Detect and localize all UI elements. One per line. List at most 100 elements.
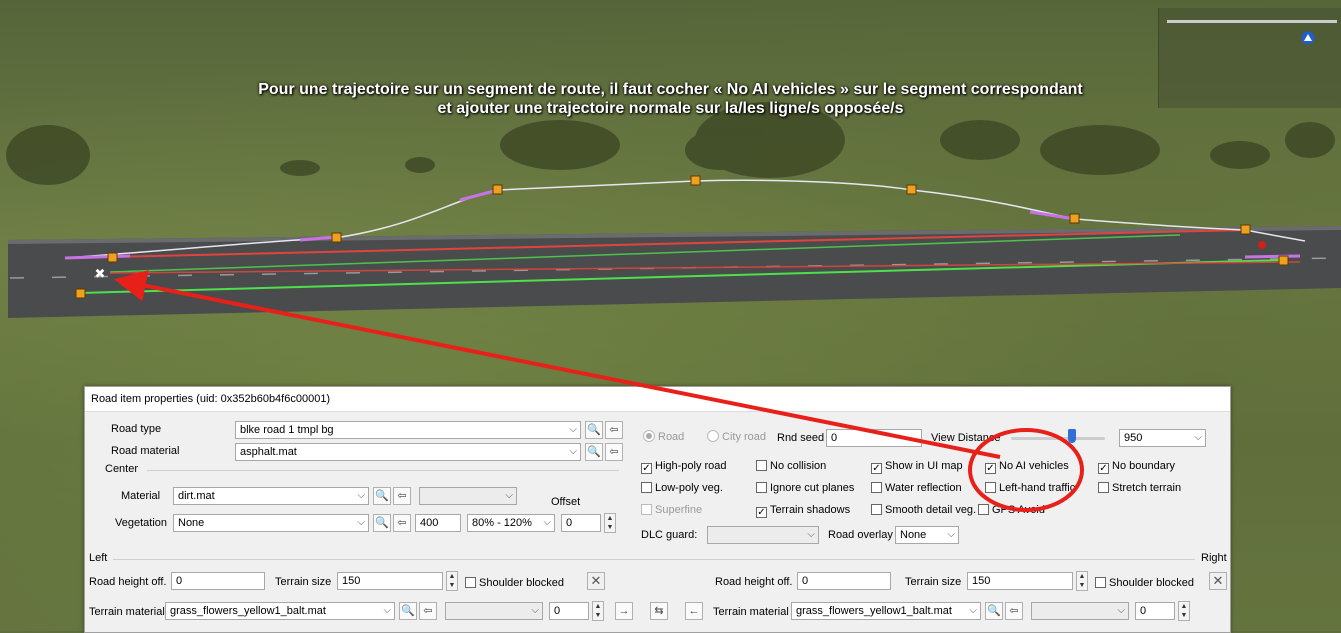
water-reflection-checkbox[interactable]: Water reflection [871, 481, 962, 495]
minimap[interactable] [1158, 8, 1341, 108]
show-in-ui-map-label: Show in UI map [885, 460, 963, 472]
left-terrain-offset-spinner[interactable]: ▲ ▼ [592, 601, 604, 621]
ignore-cut-planes-checkbox[interactable]: Ignore cut planes [756, 481, 854, 495]
view-distance-slider-thumb[interactable] [1068, 429, 1076, 443]
search-icon[interactable]: 🔍 [373, 487, 391, 505]
road-type-dropdown[interactable]: blke road 1 tmpl bg ⌵ [235, 421, 581, 439]
water-reflection-label: Water reflection [885, 482, 962, 494]
checkbox-box [871, 482, 882, 493]
dlc-guard-dropdown[interactable]: ⌵ [707, 526, 819, 544]
stretch-terrain-label: Stretch terrain [1112, 482, 1182, 494]
smooth-detail-veg-label: Smooth detail veg. [885, 504, 977, 516]
left-shoulder-blocked-checkbox[interactable]: Shoulder blocked [465, 576, 564, 590]
left-terrain-material-dropdown[interactable]: grass_flowers_yellow1_balt.mat ⌵ [165, 602, 395, 620]
high-poly-road-checkbox[interactable]: ✓ High-poly road [641, 459, 727, 474]
close-icon[interactable]: ✕ [1209, 572, 1227, 590]
search-icon[interactable]: 🔍 [585, 443, 603, 461]
left-terrain-material-value: grass_flowers_yellow1_balt.mat [170, 605, 326, 617]
left-terrain-offset-input[interactable]: 0 [549, 602, 589, 620]
view-distance-slider-track[interactable] [1011, 437, 1105, 440]
radio-road-label: Road [658, 431, 685, 443]
right-road-height-input[interactable]: 0 [797, 572, 891, 590]
pick-arrow-icon[interactable]: ⇦ [419, 602, 437, 620]
checkbox-box [978, 504, 989, 515]
left-terrain-material-label: Terrain material [89, 606, 165, 618]
center-offset-spinner[interactable]: ▲ ▼ [604, 513, 616, 533]
right-terrain-material-variant-dropdown[interactable]: ⌵ [1031, 602, 1129, 620]
left-right-divider [113, 559, 1195, 560]
chevron-down-icon: ⌵ [1194, 432, 1202, 443]
superfine-checkbox[interactable]: Superfine [641, 503, 702, 517]
chevron-down-icon: ⌵ [357, 490, 365, 501]
right-terrain-size-input[interactable]: 150 [967, 572, 1073, 590]
pick-arrow-icon[interactable]: ⇦ [605, 443, 623, 461]
show-in-ui-map-checkbox[interactable]: ✓ Show in UI map [871, 459, 963, 474]
gps-avoid-label: GPS Avoid [992, 504, 1045, 516]
right-road-height-label: Road height off. [715, 576, 793, 588]
right-terrain-material-value: grass_flowers_yellow1_balt.mat [796, 605, 952, 617]
view-distance-dropdown[interactable]: 950 ⌵ [1119, 429, 1206, 447]
pick-arrow-icon[interactable]: ⇦ [1005, 602, 1023, 620]
svg-text:✖: ✖ [95, 267, 106, 282]
pick-arrow-icon[interactable]: ⇦ [393, 487, 411, 505]
right-terrain-offset-input[interactable]: 0 [1135, 602, 1175, 620]
left-terrain-size-input[interactable]: 150 [337, 572, 443, 590]
road-overlay-dropdown[interactable]: None ⌵ [895, 526, 959, 544]
no-collision-checkbox[interactable]: No collision [756, 459, 826, 473]
view-distance-label: View Distance [931, 432, 1001, 444]
search-icon[interactable]: 🔍 [399, 602, 417, 620]
center-material-variant-dropdown[interactable]: ⌵ [419, 487, 517, 505]
material-label: Material [121, 490, 161, 502]
terrain-shadows-checkbox[interactable]: ✓ Terrain shadows [756, 503, 850, 518]
radio-city-road[interactable]: City road [707, 430, 766, 444]
center-group-label: Center [105, 463, 139, 475]
road-material-dropdown[interactable]: asphalt.mat ⌵ [235, 443, 581, 461]
pick-arrow-icon[interactable]: ⇦ [605, 421, 623, 439]
checkbox-box [465, 577, 476, 588]
vegetation-dropdown[interactable]: None ⌵ [173, 514, 369, 532]
right-terrain-size-label: Terrain size [905, 576, 962, 588]
chevron-down-icon: ⌵ [357, 517, 365, 528]
pick-arrow-icon[interactable]: ⇦ [393, 514, 411, 532]
right-terrain-material-dropdown[interactable]: grass_flowers_yellow1_balt.mat ⌵ [791, 602, 981, 620]
rnd-seed-input[interactable]: 0 [826, 429, 922, 447]
no-ai-vehicles-label: No AI vehicles [999, 460, 1069, 472]
close-icon[interactable]: ✕ [587, 572, 605, 590]
checkbox-box [871, 504, 882, 515]
search-icon[interactable]: 🔍 [373, 514, 391, 532]
search-icon[interactable]: 🔍 [585, 421, 603, 439]
no-boundary-label: No boundary [1112, 460, 1175, 472]
radio-road[interactable]: Road [643, 430, 684, 444]
ignore-cut-planes-label: Ignore cut planes [770, 482, 855, 494]
dialog-title: Road item properties (uid: 0x352b60b4f6c… [85, 387, 1230, 412]
left-terrain-size-spinner[interactable]: ▲ ▼ [446, 571, 458, 591]
swap-icon[interactable]: ⇆ [650, 602, 668, 620]
right-terrain-size-spinner[interactable]: ▲ ▼ [1076, 571, 1088, 591]
left-road-height-input[interactable]: 0 [171, 572, 265, 590]
radio-dot [707, 430, 719, 442]
vegetation-distance-input[interactable]: 400 [415, 514, 461, 532]
high-poly-road-label: High-poly road [655, 460, 727, 472]
no-boundary-checkbox[interactable]: ✓ No boundary [1098, 459, 1175, 474]
no-ai-vehicles-checkbox[interactable]: ✓ No AI vehicles [985, 459, 1069, 474]
search-icon[interactable]: 🔍 [985, 602, 1003, 620]
vegetation-label: Vegetation [115, 517, 167, 529]
vegetation-scale-value: 80% - 120% [472, 517, 532, 529]
arrow-left-icon[interactable]: ← [685, 602, 703, 620]
left-terrain-material-variant-dropdown[interactable]: ⌵ [445, 602, 543, 620]
checkbox-box [641, 504, 652, 515]
smooth-detail-veg-checkbox[interactable]: Smooth detail veg. [871, 503, 976, 517]
left-hand-traffic-checkbox[interactable]: Left-hand traffic [985, 481, 1075, 495]
center-offset-input[interactable]: 0 [561, 514, 601, 532]
superfine-label: Superfine [655, 504, 703, 516]
gps-avoid-checkbox[interactable]: GPS Avoid [978, 503, 1045, 517]
center-material-value: dirt.mat [178, 490, 215, 502]
stretch-terrain-checkbox[interactable]: Stretch terrain [1098, 481, 1181, 495]
center-material-dropdown[interactable]: dirt.mat ⌵ [173, 487, 369, 505]
low-poly-veg-checkbox[interactable]: Low-poly veg. [641, 481, 723, 495]
vegetation-scale-dropdown[interactable]: 80% - 120% ⌵ [467, 514, 555, 532]
chevron-down-icon: ⌵ [1117, 605, 1125, 616]
right-shoulder-blocked-checkbox[interactable]: Shoulder blocked [1095, 576, 1194, 590]
right-terrain-offset-spinner[interactable]: ▲ ▼ [1178, 601, 1190, 621]
arrow-right-icon[interactable]: → [615, 602, 633, 620]
